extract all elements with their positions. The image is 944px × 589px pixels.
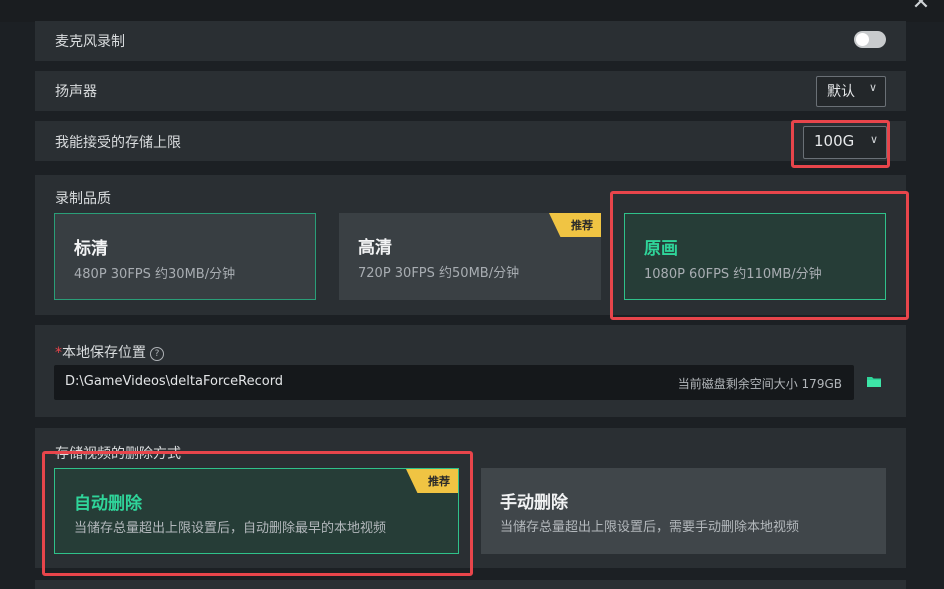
toggle-knob <box>856 33 869 46</box>
quality-option-hd[interactable]: 推荐 高清 720P 30FPS 约50MB/分钟 <box>339 213 601 300</box>
save-path-value: D:\GameVideos\deltaForceRecord <box>65 374 284 389</box>
highlight-box-delete <box>42 451 473 576</box>
highlight-box-quality <box>610 191 909 320</box>
mic-toggle[interactable] <box>854 31 886 48</box>
mic-label: 麦克风录制 <box>55 34 125 50</box>
speaker-label: 扬声器 <box>55 84 97 100</box>
speaker-select-value: 默认 <box>827 84 855 100</box>
recommend-badge: 推荐 <box>549 213 601 237</box>
save-location-panel: *本地保存位置? D:\GameVideos\deltaForceRecord … <box>35 325 906 417</box>
save-location-text: 本地保存位置 <box>62 345 146 361</box>
speaker-select[interactable]: 默认 ∨ <box>816 76 886 107</box>
speaker-row: 扬声器 默认 ∨ <box>35 71 906 111</box>
close-icon[interactable]: ✕ <box>906 0 936 14</box>
quality-label: 录制品质 <box>55 191 111 207</box>
option-title: 手动删除 <box>500 493 568 513</box>
folder-icon[interactable] <box>867 376 881 387</box>
free-space-text: 当前磁盘剩余空间大小 179GB <box>677 377 842 391</box>
quality-option-sd[interactable]: 标清 480P 30FPS 约30MB/分钟 <box>54 213 316 300</box>
required-mark: * <box>55 345 62 361</box>
save-path-field[interactable]: D:\GameVideos\deltaForceRecord 当前磁盘剩余空间大… <box>54 365 854 400</box>
option-desc: 当储存总量超出上限设置后，需要手动删除本地视频 <box>500 520 800 535</box>
save-location-label: *本地保存位置? <box>55 342 164 362</box>
help-icon[interactable]: ? <box>150 347 164 361</box>
highlight-box-storage <box>791 120 890 168</box>
option-title: 标清 <box>74 239 108 259</box>
option-desc: 480P 30FPS 约30MB/分钟 <box>74 267 236 282</box>
option-desc: 720P 30FPS 约50MB/分钟 <box>358 266 520 281</box>
storage-limit-label: 我能接受的存储上限 <box>55 135 181 151</box>
next-panel <box>35 580 906 589</box>
option-title: 高清 <box>358 238 392 258</box>
mic-row: 麦克风录制 <box>35 21 906 61</box>
chevron-down-icon: ∨ <box>868 81 877 94</box>
storage-limit-row: 我能接受的存储上限 100G ∨ <box>35 121 906 161</box>
delete-option-manual[interactable]: 手动删除 当储存总量超出上限设置后，需要手动删除本地视频 <box>481 468 886 554</box>
top-band <box>0 0 944 22</box>
